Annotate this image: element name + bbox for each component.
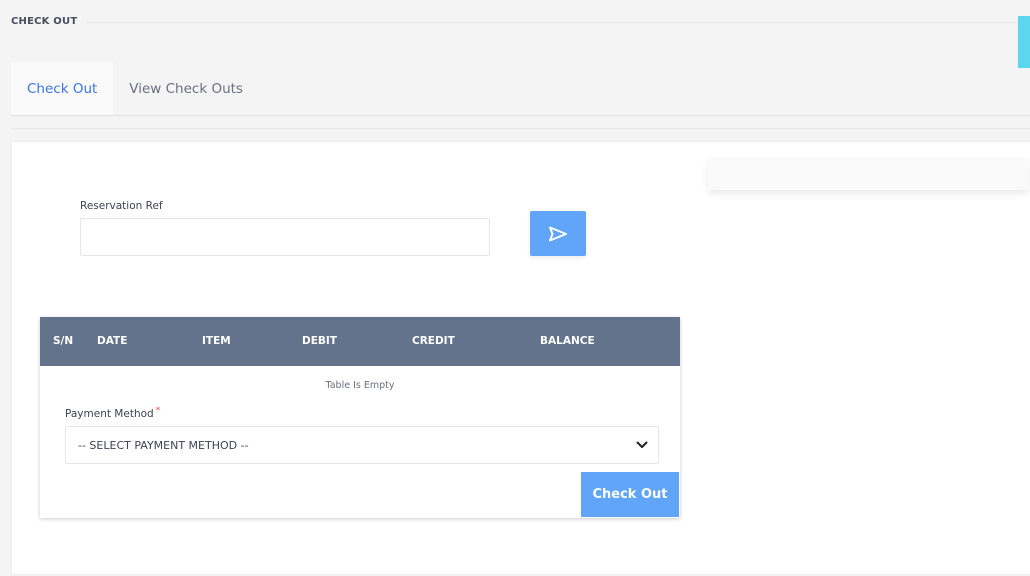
required-marker: * bbox=[155, 406, 161, 416]
table-header: S/N DATE ITEM DEBIT CREDIT BALANCE bbox=[40, 317, 680, 366]
content-divider bbox=[11, 128, 1030, 129]
corner-accent-bar bbox=[1018, 16, 1030, 68]
header-divider bbox=[87, 22, 1018, 23]
check-out-button[interactable]: Check Out bbox=[581, 472, 679, 517]
payment-method-label: Payment Method * bbox=[65, 406, 161, 420]
column-header-credit: CREDIT bbox=[412, 335, 455, 347]
payment-method-label-text: Payment Method bbox=[65, 408, 154, 420]
search-reservation-button[interactable] bbox=[530, 211, 586, 256]
send-icon bbox=[549, 226, 567, 241]
column-header-date: DATE bbox=[97, 335, 128, 347]
page-header: CHECK OUT bbox=[0, 0, 1030, 68]
page-title: CHECK OUT bbox=[11, 16, 78, 27]
reservation-ref-label: Reservation Ref bbox=[80, 200, 163, 212]
table-empty-message: Table Is Empty bbox=[325, 380, 395, 391]
reservation-ref-input[interactable] bbox=[80, 218, 490, 256]
tab-view-check-outs[interactable]: View Check Outs bbox=[113, 62, 259, 115]
tab-check-out[interactable]: Check Out bbox=[11, 62, 114, 115]
chevron-down-icon bbox=[636, 441, 648, 448]
column-header-balance: BALANCE bbox=[540, 335, 595, 347]
payment-method-select[interactable]: -- SELECT PAYMENT METHOD -- bbox=[65, 426, 659, 464]
payment-method-selected-value: -- SELECT PAYMENT METHOD -- bbox=[78, 438, 249, 452]
column-header-debit: DEBIT bbox=[302, 335, 337, 347]
tab-divider bbox=[11, 115, 1030, 116]
summary-card bbox=[708, 158, 1028, 190]
column-header-sn: S/N bbox=[53, 335, 74, 347]
tab-bar: Check Out View Check Outs bbox=[11, 62, 259, 115]
ledger-table: S/N DATE ITEM DEBIT CREDIT BALANCE Table… bbox=[40, 317, 680, 518]
column-header-item: ITEM bbox=[202, 335, 231, 347]
